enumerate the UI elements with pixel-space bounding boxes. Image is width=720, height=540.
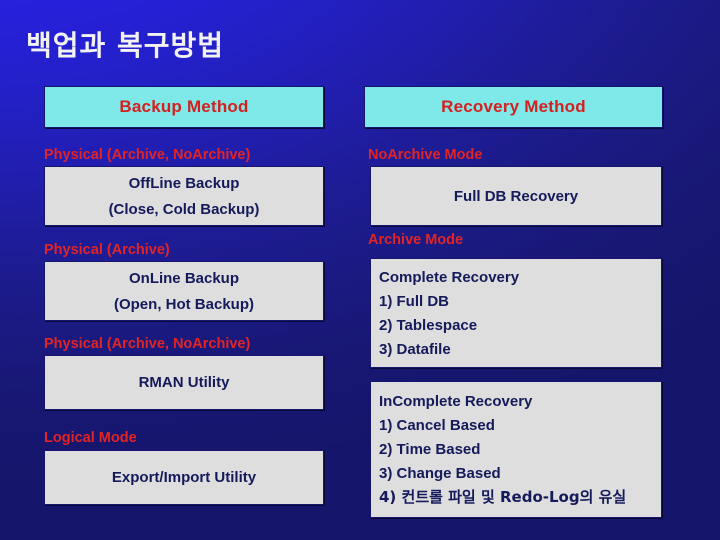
recovery-box-complete-line-2: 1) Full DB [379,292,449,310]
backup-method-header: Backup Method [44,86,324,128]
recovery-box-incomplete-line-4: 3) Change Based [379,465,501,482]
backup-group-label-1: Physical (Archive, NoArchive) [44,147,251,163]
backup-box-offline: OffLine Backup (Close, Cold Backup) [44,166,324,226]
recovery-method-header-label: Recovery Method [441,97,586,116]
backup-box-online-line-2: (Open, Hot Backup) [113,295,254,313]
slide-canvas: 백업과 복구방법 Backup Method Recovery Method P… [0,0,720,540]
backup-box-offline-line-1: OffLine Backup [128,174,240,192]
backup-group-label-2: Physical (Archive) [44,242,170,258]
recovery-box-full-db-line-1: Full DB Recovery [453,187,579,205]
backup-group-label-4: Logical Mode [44,430,137,446]
recovery-box-complete-line-4: 3) Datafile [379,340,451,358]
recovery-box-complete-line-1: Complete Recovery [379,268,520,286]
backup-box-exp-imp: Export/Import Utility [44,450,324,505]
backup-box-offline-line-2: (Close, Cold Backup) [108,200,260,218]
backup-box-exp-imp-line-1: Export/Import Utility [111,469,257,486]
recovery-box-incomplete-line-5: 4) 컨트롤 파일 및 Redo-Log의 유실 [379,488,627,506]
recovery-method-header: Recovery Method [364,86,663,128]
recovery-box-incomplete-line-1: InComplete Recovery [379,393,533,410]
backup-method-header-label: Backup Method [119,97,249,116]
backup-box-online: OnLine Backup (Open, Hot Backup) [44,261,324,321]
recovery-box-incomplete-line-3: 2) Time Based [379,441,481,458]
recovery-box-complete-line-3: 2) Tablespace [379,316,478,334]
backup-group-label-3: Physical (Archive, NoArchive) [44,336,251,352]
recovery-box-complete: Complete Recovery 1) Full DB 2) Tablespa… [370,258,662,368]
backup-box-online-line-1: OnLine Backup [128,269,240,287]
recovery-box-full-db: Full DB Recovery [370,166,662,226]
backup-box-rman-line-1: RMAN Utility [138,374,230,391]
recovery-group-label-1: NoArchive Mode [368,147,483,163]
recovery-box-incomplete: InComplete Recovery 1) Cancel Based 2) T… [370,381,662,518]
backup-box-rman: RMAN Utility [44,355,324,410]
recovery-box-incomplete-line-2: 1) Cancel Based [379,417,495,434]
recovery-group-label-2: Archive Mode [368,232,464,248]
page-title: 백업과 복구방법 [26,29,225,62]
